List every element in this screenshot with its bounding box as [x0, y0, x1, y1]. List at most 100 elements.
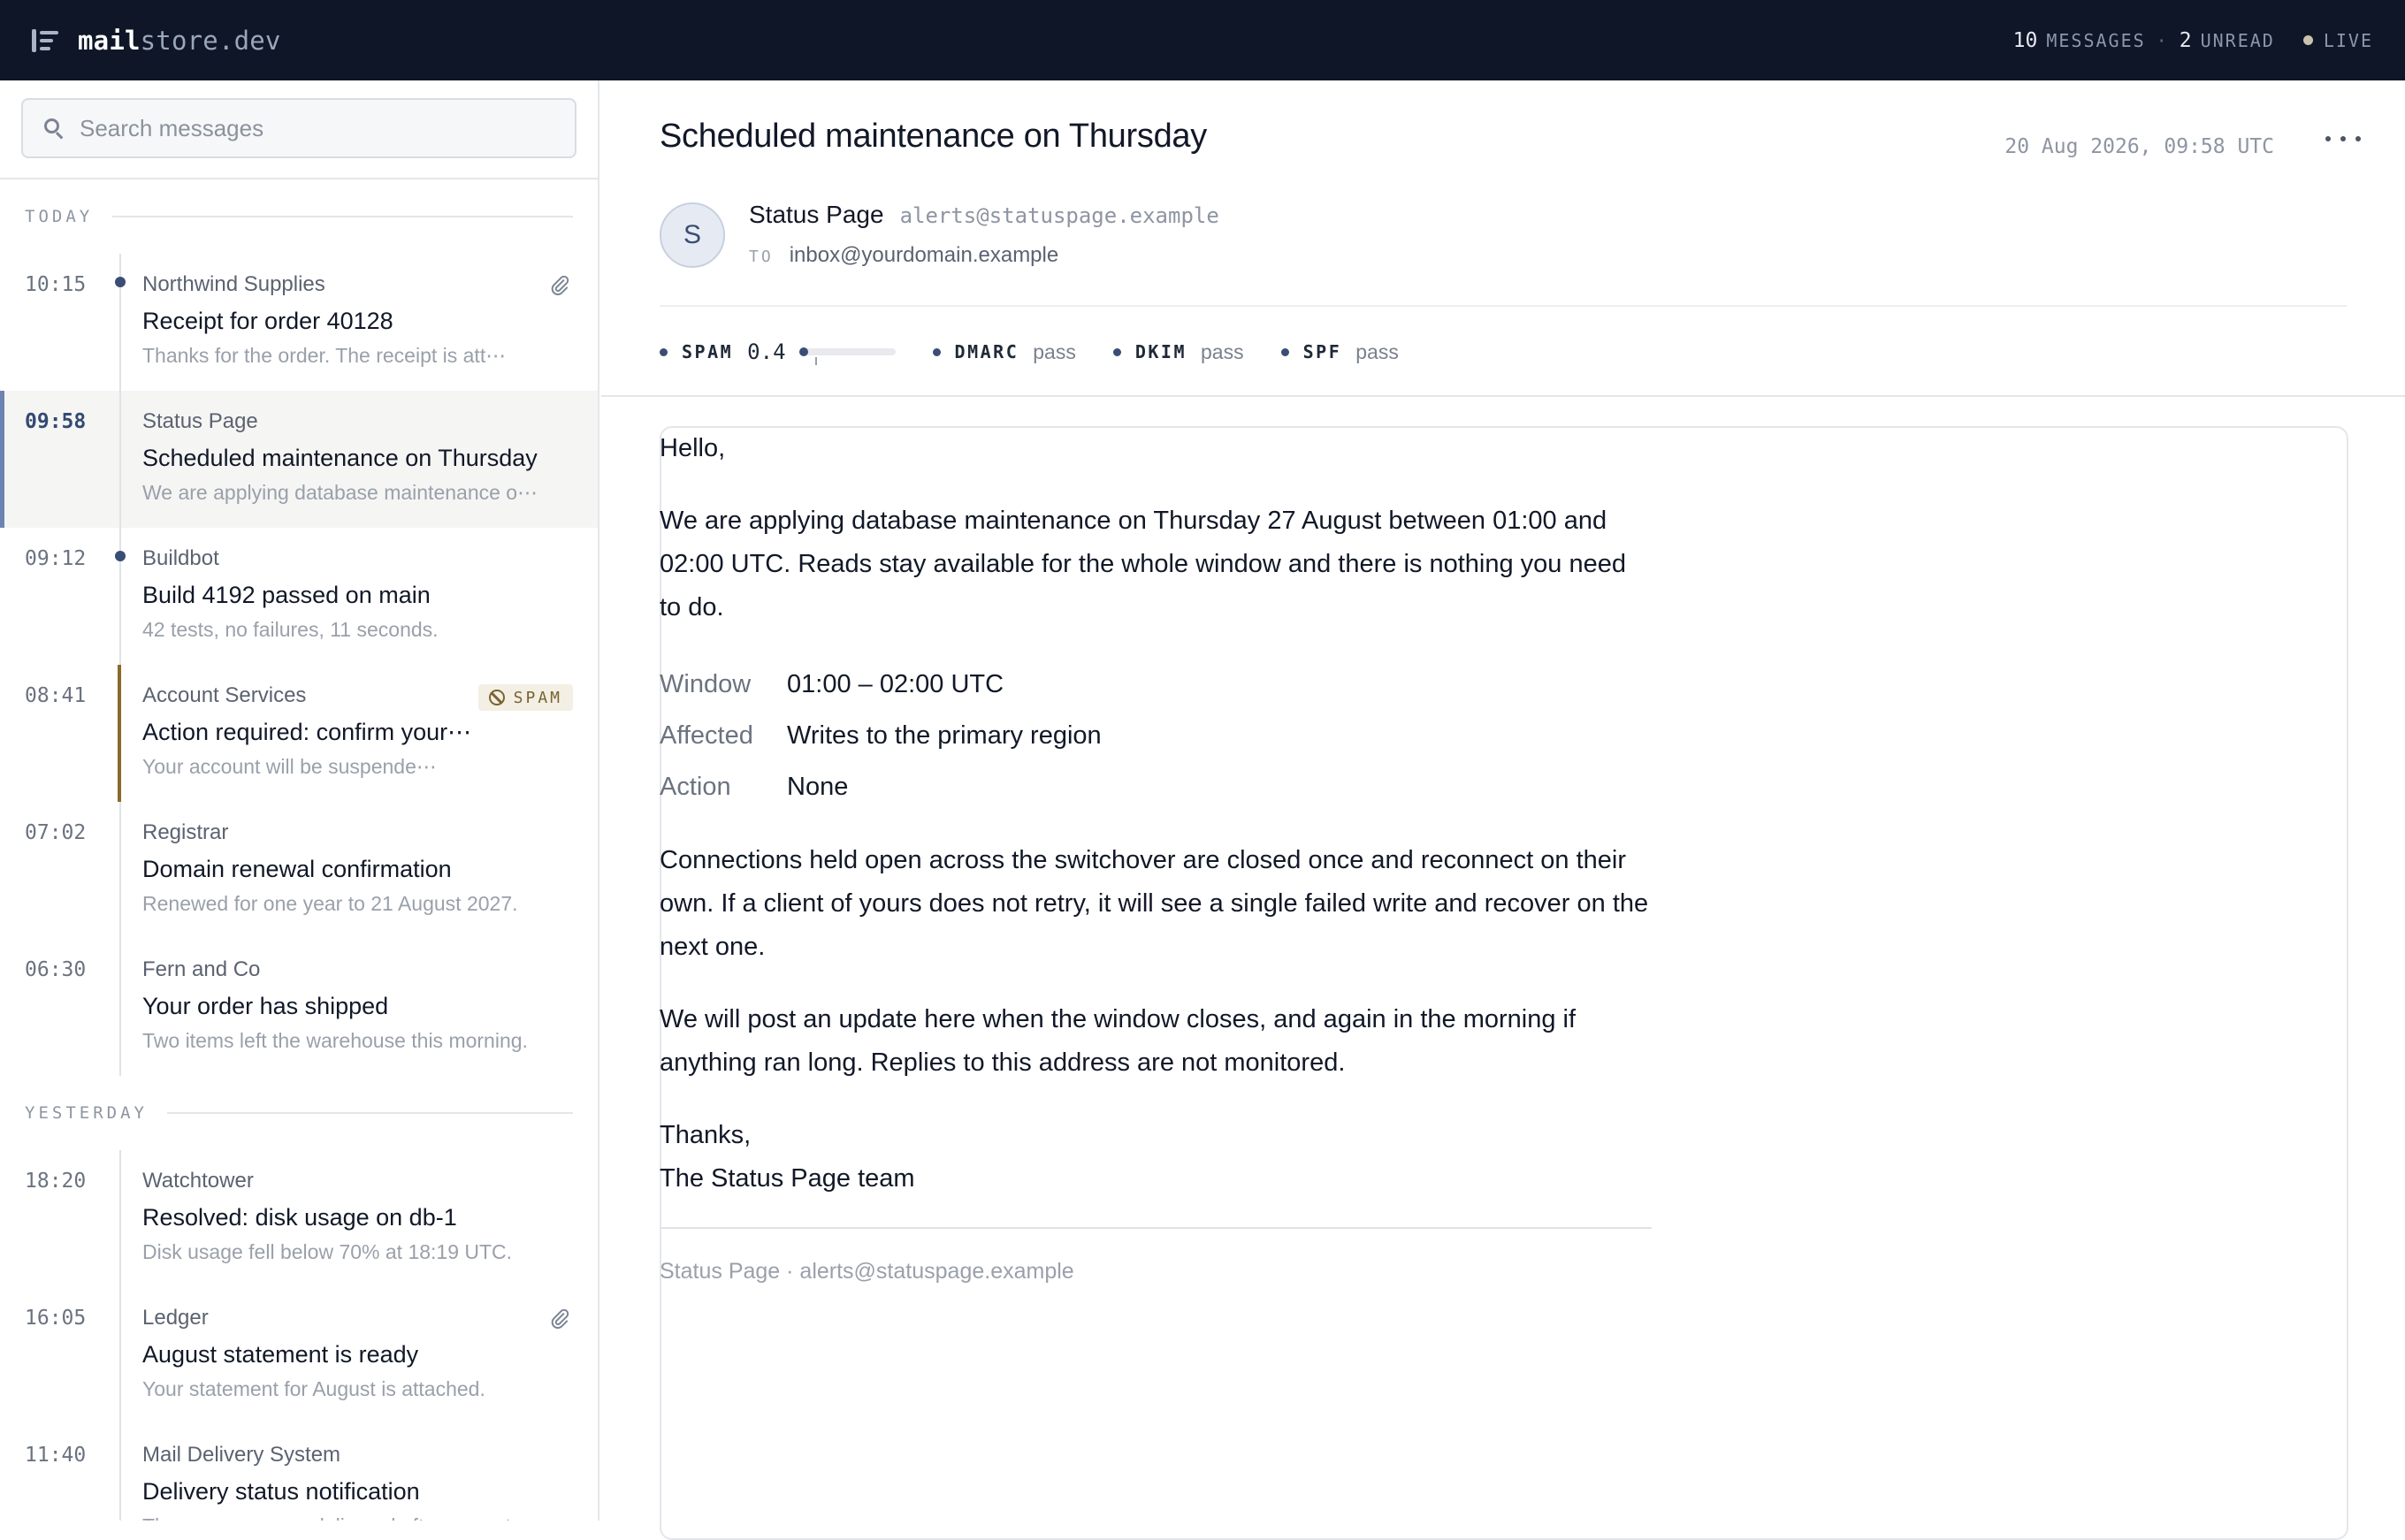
details-key: Affected — [660, 720, 753, 750]
message-list-item[interactable]: 06:30 Fern and Co Your order has shipped Tw… — [0, 939, 598, 1076]
timeline-rail — [119, 1424, 121, 1521]
dmarc-label: DMARC — [954, 341, 1019, 362]
message-summary: Buildbot Build 4192 passed on main 42 test… — [142, 545, 573, 643]
unread-dot-icon — [115, 551, 126, 561]
message-preview: The message was delivered after one retr… — [142, 1513, 573, 1521]
message-subject-line: Resolved: disk usage on db-1 — [142, 1204, 457, 1231]
message-list: 10:15 Northwind Supplies Receipt for order… — [0, 254, 598, 1076]
message-sender: Mail Delivery System — [142, 1443, 341, 1467]
message-time: 07:02 — [25, 821, 87, 844]
message-count: 10 — [2012, 28, 2038, 52]
app-brand[interactable]: mailstore.dev — [78, 26, 281, 56]
sender-name: Status Page — [749, 201, 884, 228]
message-time: 09:12 — [25, 547, 87, 570]
attachment-icon — [548, 1307, 571, 1330]
unread-label: UNREAD — [2200, 29, 2275, 51]
message-footer: Status Page · alerts@statuspage.example — [660, 1259, 1074, 1284]
message-subject-line: Scheduled maintenance on Thursday — [142, 445, 538, 471]
spam-score-marker — [798, 347, 808, 356]
spf-check: SPF pass — [1280, 339, 1399, 364]
to-line: TO inbox@yourdomain.example — [749, 243, 1058, 268]
message-list-item[interactable]: 10:15 Northwind Supplies Receipt for order… — [0, 254, 598, 391]
attachment-icon — [548, 273, 571, 296]
message-preview: Two items left the warehouse this mornin… — [142, 1029, 528, 1052]
details-row: Affected Writes to the primary region — [660, 710, 1652, 761]
from-line: Status Page alerts@statuspage.example — [749, 201, 1219, 229]
list-logo-icon — [32, 28, 58, 52]
dkim-value: pass — [1201, 339, 1244, 363]
dmarc-value: pass — [1033, 339, 1076, 363]
status-dot-icon — [932, 347, 941, 356]
details-key: Action — [660, 772, 731, 801]
timeline-rail — [119, 254, 121, 391]
message-sender: Watchtower — [142, 1169, 254, 1193]
sender-email: alerts@statuspage.example — [899, 203, 1219, 228]
sender-avatar: S — [660, 202, 725, 268]
message-list-item[interactable]: 11:40 Mail Delivery System Delivery status… — [0, 1424, 598, 1521]
spf-value: pass — [1355, 339, 1399, 363]
message-time: 16:05 — [25, 1307, 87, 1330]
message-subject-line: Delivery status notification — [142, 1478, 420, 1505]
spam-badge: SPAM — [477, 684, 573, 711]
status-dot-icon — [1112, 347, 1121, 356]
message-summary: Mail Delivery System Delivery status noti… — [142, 1442, 573, 1521]
message-preview: Your statement for August is attached. — [142, 1377, 485, 1400]
message-list-item[interactable]: 08:41 Account Services Action required: co… — [0, 665, 598, 802]
message-time: 08:41 — [25, 684, 87, 707]
message-groups: TODAY 10:15 Northwind Supplies Receipt for … — [0, 179, 598, 1521]
message-list-item[interactable]: 09:12 Buildbot Build 4192 passed on main 42… — [0, 528, 598, 665]
timeline-rail — [119, 1150, 121, 1287]
message-preview: 42 tests, no failures, 11 seconds. — [142, 618, 439, 641]
message-summary: Status Page Scheduled maintenance on Thur… — [142, 408, 573, 506]
auth-checks: SPAM 0.4 DMARC pass DKIM pass SPF pass — [660, 337, 1436, 367]
message-list-item[interactable]: 09:58 Status Page Scheduled maintenance on… — [0, 391, 598, 528]
message-body[interactable]: Hello, We are applying database maintena… — [660, 427, 1652, 1293]
timeline-rail — [119, 391, 121, 528]
group-label: TODAY — [25, 207, 94, 226]
ban-icon — [488, 690, 505, 705]
search-box[interactable] — [21, 98, 576, 158]
search-input[interactable] — [80, 114, 555, 142]
message-sender: Buildbot — [142, 546, 219, 570]
message-preview: Renewed for one year to 21 August 2027. — [142, 892, 518, 915]
spam-score: 0.4 — [747, 339, 786, 364]
spam-score-meter — [798, 347, 896, 365]
timeline-rail — [119, 528, 121, 665]
message-summary: Fern and Co Your order has shipped Two ite… — [142, 957, 573, 1054]
body-paragraph: We will post an update here when the win… — [660, 1005, 1577, 1077]
message-sender: Registrar — [142, 820, 229, 844]
unread-dot-icon — [115, 277, 126, 287]
search-bar — [0, 80, 598, 179]
dkim-label: DKIM — [1134, 341, 1187, 362]
group-divider — [166, 1112, 573, 1114]
timeline-rail — [119, 1287, 121, 1424]
status-dot-icon — [1280, 347, 1289, 356]
message-subject-line: Your order has shipped — [142, 993, 389, 1019]
message-summary: Ledger August statement is ready Your stat… — [142, 1305, 573, 1402]
group-label: YESTERDAY — [25, 1103, 148, 1123]
message-preview: Thanks for the order. The receipt is att… — [142, 344, 507, 367]
details-value: Writes to the primary region — [787, 720, 1102, 750]
search-icon — [42, 117, 65, 140]
details-row: Action None — [660, 761, 1652, 812]
signature: Thanks, The Status Page team — [660, 1114, 1652, 1201]
header-divider — [660, 305, 2347, 307]
message-list-item[interactable]: 16:05 Ledger August statement is ready Your… — [0, 1287, 598, 1424]
message-list-item[interactable]: 18:20 Watchtower Resolved: disk usage on d… — [0, 1150, 598, 1287]
message-subject-line: Build 4192 passed on main — [142, 582, 431, 608]
message-sender: Ledger — [142, 1306, 209, 1330]
details-value: None — [787, 772, 849, 801]
group-header: TODAY — [0, 179, 598, 254]
timeline-rail — [118, 665, 121, 802]
dmarc-check: DMARC pass — [932, 339, 1076, 364]
status-dot-icon — [660, 347, 668, 356]
message-list-item[interactable]: 07:02 Registrar Domain renewal confirmatio… — [0, 802, 598, 939]
spf-label: SPF — [1302, 341, 1342, 362]
signoff-team: The Status Page team — [660, 1164, 915, 1193]
message-preview: Your account will be suspende⋯ — [142, 755, 437, 778]
more-options-icon[interactable] — [2325, 128, 2361, 149]
message-list: 18:20 Watchtower Resolved: disk usage on d… — [0, 1150, 598, 1521]
message-subject-line: Action required: confirm your⋯ — [142, 719, 472, 745]
message-subject-line: Domain renewal confirmation — [142, 856, 452, 882]
message-preview: Disk usage fell below 70% at 18:19 UTC. — [142, 1240, 513, 1263]
